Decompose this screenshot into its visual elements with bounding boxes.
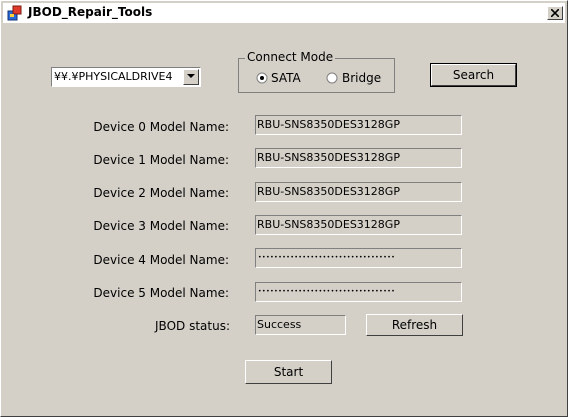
jbod-status-field: Success	[255, 315, 346, 335]
device-5-field: ••••••••••••••••••••••••••••••••••	[255, 282, 462, 302]
device-0-value: RBU-SNS8350DES3128GP	[257, 118, 400, 131]
device-2-value: RBU-SNS8350DES3128GP	[257, 185, 400, 198]
device-0-label: Device 0 Model Name:	[93, 120, 229, 134]
radio-bridge[interactable]	[326, 72, 338, 84]
connect-mode-caption: Connect Mode	[245, 50, 336, 64]
device-1-label: Device 1 Model Name:	[93, 153, 229, 167]
start-button[interactable]: Start	[245, 360, 332, 384]
device-3-label: Device 3 Model Name:	[93, 219, 229, 233]
refresh-button[interactable]: Refresh	[366, 314, 463, 336]
radio-bridge-label[interactable]: Bridge	[342, 71, 381, 85]
main-window: JBOD_Repair_Tools ¥¥.¥PHYSICALDRIVE4 Con…	[0, 0, 568, 417]
drive-select-value: ¥¥.¥PHYSICALDRIVE4	[54, 70, 173, 83]
device-0-field: RBU-SNS8350DES3128GP	[255, 115, 462, 135]
radio-sata-label[interactable]: SATA	[271, 71, 301, 85]
device-1-field: RBU-SNS8350DES3128GP	[255, 148, 462, 168]
search-button[interactable]: Search	[430, 63, 517, 87]
device-3-value: RBU-SNS8350DES3128GP	[257, 218, 400, 231]
title-bar[interactable]: JBOD_Repair_Tools	[3, 3, 565, 23]
radio-sata[interactable]	[256, 72, 268, 84]
chevron-down-icon	[187, 74, 195, 78]
app-icon	[7, 5, 23, 21]
device-4-label: Device 4 Model Name:	[93, 253, 229, 267]
device-4-field: ••••••••••••••••••••••••••••••••••	[255, 248, 462, 268]
device-4-value: ••••••••••••••••••••••••••••••••••	[258, 254, 396, 261]
close-button[interactable]	[547, 6, 563, 20]
device-2-field: RBU-SNS8350DES3128GP	[255, 182, 462, 202]
jbod-status-label: JBOD status:	[155, 319, 230, 333]
drive-select-dropdown-button[interactable]	[183, 69, 199, 85]
device-3-field: RBU-SNS8350DES3128GP	[255, 215, 462, 235]
drive-select[interactable]: ¥¥.¥PHYSICALDRIVE4	[51, 67, 201, 87]
close-icon	[551, 9, 559, 17]
device-5-label: Device 5 Model Name:	[93, 286, 229, 300]
window-title: JBOD_Repair_Tools	[28, 5, 153, 19]
device-2-label: Device 2 Model Name:	[93, 186, 229, 200]
jbod-status-value: Success	[257, 318, 302, 331]
device-5-value: ••••••••••••••••••••••••••••••••••	[258, 288, 396, 295]
device-1-value: RBU-SNS8350DES3128GP	[257, 151, 400, 164]
